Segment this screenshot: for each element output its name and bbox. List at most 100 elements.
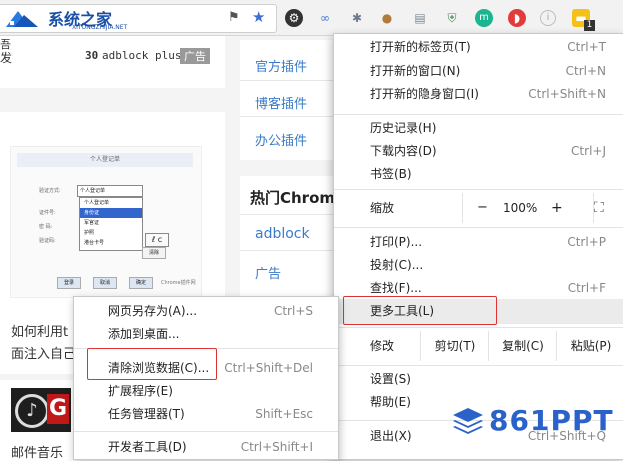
menu-item-history[interactable]: 历史记录(H) — [334, 117, 623, 140]
zoom-out-button[interactable]: − — [477, 193, 488, 223]
section-title: 热门Chrom — [250, 189, 336, 207]
menu-item-shortcut: Ctrl+J — [571, 144, 606, 158]
menu-item-cast[interactable]: 投射(C)... — [334, 254, 623, 277]
menu-separator — [334, 189, 623, 190]
mock-login-button: 登录 — [57, 277, 81, 289]
extension-badge: 1 — [584, 20, 595, 31]
menu-item-bookmarks[interactable]: 书签(B) — [334, 163, 623, 186]
red-extension-icon[interactable]: ◗ — [508, 9, 526, 27]
menu-item-label: 投射(C)... — [370, 258, 424, 272]
article-title-line-2[interactable]: 面注入自己 — [11, 343, 76, 362]
mock-confirm-button: 确定 — [129, 277, 153, 289]
menu-separator — [334, 327, 623, 328]
highlight-box — [87, 348, 217, 380]
ad-strip: 吾 发 30 adblock plus 广告 — [0, 36, 225, 88]
zoom-controls: − 100% + — [462, 193, 594, 223]
mock-option: 港台卡号 — [84, 240, 105, 246]
menu-item-shortcut: Ctrl+F — [567, 281, 606, 295]
copy-button[interactable]: 复制(C) — [488, 331, 557, 361]
mock-option: 身份证 — [80, 208, 142, 218]
menu-item-incognito[interactable]: 打开新的隐身窗口(I) Ctrl+Shift+N — [334, 83, 623, 106]
submenu-item-save-page[interactable]: 网页另存为(A)... Ctrl+S — [74, 300, 338, 322]
bookmark-star-icon[interactable]: ★ — [252, 8, 265, 26]
submenu-item-shortcut: Shift+Esc — [255, 407, 313, 421]
cookie-extension-icon[interactable]: ● — [378, 9, 396, 27]
link-extension-icon[interactable]: ∞ — [316, 9, 334, 27]
submenu-item-label: 任务管理器(T) — [108, 407, 185, 421]
menu-item-label: 设置(S) — [370, 372, 411, 386]
snippet-text-2: 发 — [0, 51, 13, 65]
ad-rank: 30 — [85, 49, 99, 62]
more-tools-submenu: 网页另存为(A)... Ctrl+S 添加到桌面... 清除浏览数据(C)...… — [73, 296, 339, 460]
submenu-item-label: 扩展程序(E) — [108, 384, 173, 398]
category-link[interactable]: 博客插件 — [255, 93, 307, 112]
menu-item-settings[interactable]: 设置(S) — [334, 368, 623, 391]
mock-footer: Chrome插件网 — [161, 280, 196, 286]
zoom-in-button[interactable]: + — [551, 193, 563, 223]
menu-separator — [334, 365, 623, 366]
menu-item-label: 打印(P)... — [370, 235, 423, 249]
puzzle-extension-icon[interactable]: ✱ — [348, 9, 366, 27]
highlight-box — [343, 296, 497, 325]
no-music-icon: ♪ — [15, 394, 49, 428]
cut-button[interactable]: 剪切(T) — [420, 331, 489, 361]
letter-g-icon: G — [47, 394, 69, 424]
menu-item-downloads[interactable]: 下载内容(D) Ctrl+J — [334, 140, 623, 163]
paste-button[interactable]: 粘贴(P) — [556, 331, 623, 361]
menu-item-print[interactable]: 打印(P)... Ctrl+P — [334, 231, 623, 254]
mock-option: 个人登记单 — [84, 200, 110, 206]
mock-select: 个人登记单 — [77, 185, 143, 197]
menu-item-shortcut: Ctrl+N — [565, 64, 606, 78]
address-bar[interactable]: 系统之家 XITONGZHIJIA.NET ⚑ ★ — [0, 4, 277, 33]
shield-extension-icon[interactable]: ⛨ — [443, 9, 461, 27]
article-title-3[interactable]: 邮件音乐 — [11, 442, 63, 461]
menu-item-label: 退出(X) — [370, 429, 412, 443]
submenu-item-extensions[interactable]: 扩展程序(E) — [74, 380, 338, 402]
menu-item-new-window[interactable]: 打开新的窗口(N) Ctrl+N — [334, 60, 623, 83]
menu-item-label: 历史记录(H) — [370, 121, 437, 135]
submenu-item-developer-tools[interactable]: 开发者工具(D) Ctrl+Shift+I — [74, 436, 338, 458]
category-link[interactable]: 办公插件 — [255, 130, 307, 149]
submenu-item-add-to-desktop[interactable]: 添加到桌面... — [74, 323, 338, 345]
window-extension-icon[interactable]: ▤ — [411, 9, 429, 27]
mock-label-4: 验证码: — [39, 238, 56, 244]
menu-item-label: 帮助(E) — [370, 395, 411, 409]
mock-option: 军官证 — [84, 220, 100, 226]
info-extension-icon[interactable]: i — [540, 10, 556, 26]
translate-icon[interactable]: ⚑ — [228, 10, 240, 25]
m-extension-icon[interactable]: m — [475, 9, 493, 27]
article-title-line-1[interactable]: 如何利用t — [11, 321, 68, 340]
menu-item-label: 打开新的标签页(T) — [370, 40, 471, 54]
menu-item-label: 打开新的隐身窗口(I) — [370, 87, 479, 101]
watermark-text: 861PPT — [489, 404, 614, 437]
mock-captcha: ℓ c — [145, 233, 169, 247]
mock-option: 护照 — [84, 230, 95, 236]
zoom-label: 缩放 — [370, 201, 395, 215]
hot-link[interactable]: adblock — [255, 226, 310, 242]
menu-item-label: 下载内容(D) — [370, 144, 437, 158]
settings-extension-icon[interactable]: ⚙ — [285, 9, 303, 27]
menu-item-new-tab[interactable]: 打开新的标签页(T) Ctrl+T — [334, 36, 623, 59]
submenu-item-label: 开发者工具(D) — [108, 440, 187, 454]
ad-badge: 广告 — [180, 48, 210, 64]
mock-dropdown: 个人登记单 身份证 军官证 护照 港台卡号 — [79, 197, 143, 251]
article-thumbnail-2: ♪ G — [11, 388, 71, 432]
submenu-item-shortcut: Ctrl+Shift+I — [240, 440, 313, 454]
site-logo-icon — [4, 7, 46, 29]
ad-name[interactable]: adblock plus — [102, 49, 181, 62]
submenu-item-label: 添加到桌面... — [108, 327, 180, 341]
category-link[interactable]: 官方插件 — [255, 56, 307, 75]
fullscreen-icon[interactable]: ⛶ — [594, 193, 604, 223]
submenu-item-task-manager[interactable]: 任务管理器(T) Shift+Esc — [74, 403, 338, 425]
menu-separator — [74, 431, 338, 432]
menu-item-shortcut: Ctrl+T — [567, 40, 606, 54]
submenu-item-label: 网页另存为(A)... — [108, 304, 198, 318]
chrome-main-menu: 打开新的标签页(T) Ctrl+T 打开新的窗口(N) Ctrl+N 打开新的隐… — [333, 33, 623, 460]
mock-clear-button: 清除 — [142, 247, 166, 259]
menu-item-label: 书签(B) — [370, 167, 412, 181]
hot-link[interactable]: 广告 — [255, 263, 281, 282]
menu-item-label: 打开新的窗口(N) — [370, 64, 461, 78]
mock-label-1: 验证方式: — [39, 188, 61, 194]
menu-separator — [334, 227, 623, 228]
menu-zoom-row: 缩放 − 100% + ⛶ — [334, 193, 623, 223]
